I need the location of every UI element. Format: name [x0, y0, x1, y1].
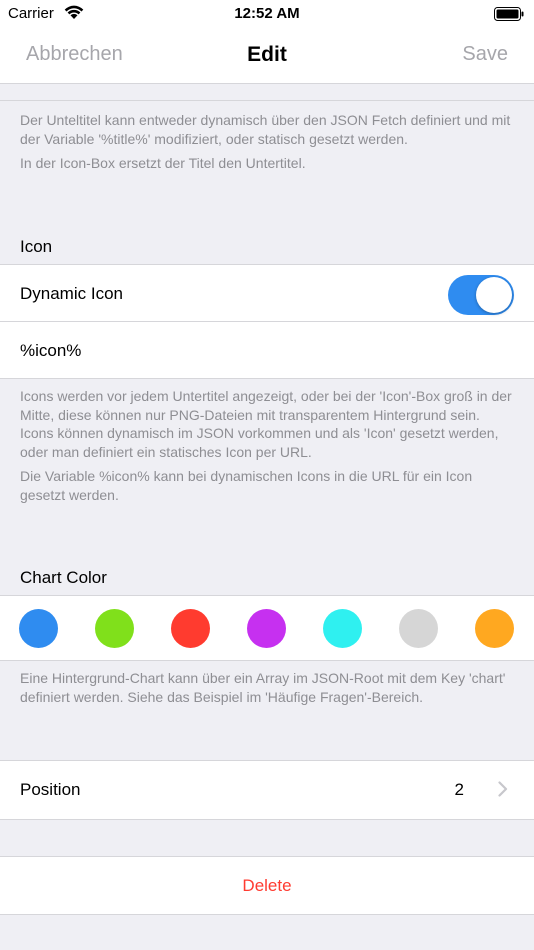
- position-value: 2: [454, 780, 464, 799]
- icon-section-header: Icon: [20, 237, 53, 256]
- color-swatch-gray[interactable]: [399, 609, 438, 648]
- divider: [0, 660, 534, 661]
- clock: 12:52 AM: [234, 5, 300, 22]
- save-button[interactable]: Save: [462, 43, 508, 66]
- subtitle-footer: Der Unteltitel kann entweder dynamisch ü…: [20, 111, 516, 179]
- toggle-knob: [476, 277, 512, 313]
- chart-color-footer: Eine Hintergrund-Chart kann über ein Arr…: [20, 669, 516, 712]
- divider: [0, 819, 534, 820]
- divider: [0, 914, 534, 915]
- status-bar: Carrier 12:52 AM: [0, 0, 534, 28]
- chevron-right-icon: [498, 781, 508, 802]
- subtitle-footer-text: Der Unteltitel kann entweder dynamisch ü…: [20, 112, 511, 147]
- dynamic-icon-cell: Dynamic Icon: [0, 265, 534, 322]
- navigation-bar: Abbrechen Edit Save: [0, 28, 534, 84]
- color-swatch-orange[interactable]: [475, 609, 514, 648]
- color-swatch-red[interactable]: [171, 609, 210, 648]
- dynamic-icon-toggle[interactable]: [448, 275, 514, 315]
- icon-footer-text: Icons werden vor jedem Untertitel angeze…: [20, 388, 512, 460]
- position-label: Position: [20, 780, 81, 799]
- battery-icon: [494, 7, 524, 26]
- chart-color-section-header: Chart Color: [20, 568, 107, 587]
- icon-footer-note: Die Variable %icon% kann bei dynamischen…: [20, 468, 473, 503]
- chart-color-cell: [0, 596, 534, 660]
- position-cell[interactable]: Position 2: [0, 761, 534, 819]
- delete-cell[interactable]: Delete: [0, 857, 534, 914]
- icon-input[interactable]: %icon%: [20, 341, 81, 361]
- icon-footer: Icons werden vor jedem Untertitel angeze…: [20, 387, 516, 510]
- divider: [0, 378, 534, 379]
- divider: [0, 100, 534, 101]
- icon-input-cell[interactable]: %icon%: [0, 322, 534, 378]
- chart-color-footer-text: Eine Hintergrund-Chart kann über ein Arr…: [20, 670, 506, 705]
- color-swatch-blue[interactable]: [19, 609, 58, 648]
- color-swatch-cyan[interactable]: [323, 609, 362, 648]
- color-swatch-green[interactable]: [95, 609, 134, 648]
- delete-button[interactable]: Delete: [0, 876, 534, 896]
- page-title: Edit: [247, 43, 287, 66]
- subtitle-footer-note: In der Icon-Box ersetzt der Titel den Un…: [20, 155, 306, 171]
- dynamic-icon-label: Dynamic Icon: [20, 284, 123, 303]
- color-swatch-purple[interactable]: [247, 609, 286, 648]
